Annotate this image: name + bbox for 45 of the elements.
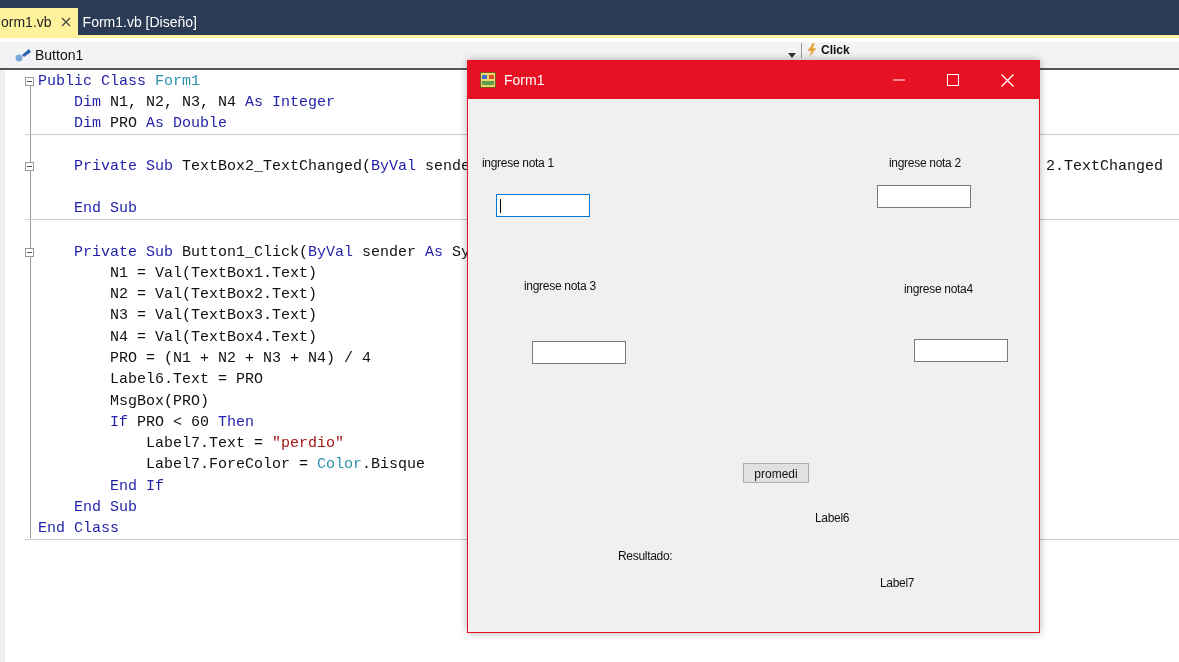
close-icon[interactable] <box>59 15 72 28</box>
code-line: Label7.Text = "perdio" <box>145 435 345 453</box>
member-dropdown[interactable]: Click <box>801 43 854 58</box>
collapse-icon[interactable] <box>25 247 34 257</box>
form-label: ingrese nota 3 <box>524 279 596 293</box>
form-label: Label6 <box>815 511 850 525</box>
text-field[interactable] <box>914 339 1008 362</box>
code-line: N3 = Val(TextBox3.Text) <box>109 307 318 325</box>
app-icon <box>480 72 496 88</box>
form-label: ingrese nota 1 <box>482 156 554 170</box>
component-icon <box>14 47 32 63</box>
code-line: End Class <box>38 519 119 537</box>
form-label: ingrese nota4 <box>904 282 973 296</box>
caret-icon[interactable] <box>788 52 796 58</box>
code-line: Dim N1, N2, N3, N4 As Integer <box>73 94 336 112</box>
collapse-icon[interactable] <box>25 77 34 87</box>
code-line: If PRO < 60 Then <box>109 413 255 431</box>
code-line: PRO = (N1 + N2 + N3 + N4) / 4 <box>109 350 372 367</box>
code-line: Label7.ForeColor = Color.Bisque <box>145 456 426 474</box>
code-line: Public Class Form1 <box>38 73 201 91</box>
code-line: End Sub <box>73 200 138 218</box>
text-field[interactable] <box>532 341 626 364</box>
average-button[interactable]: promedi <box>743 463 809 483</box>
code-line: End Sub <box>73 499 138 517</box>
document-tab[interactable]: orm1.vb <box>0 8 78 35</box>
code-line: N4 = Val(TextBox4.Text) <box>109 328 318 346</box>
code-line: Private Sub TextBox2_TextChanged(ByVal sende <box>73 158 471 176</box>
form-label: Label7 <box>880 576 915 590</box>
object-dropdown[interactable]: Button1 <box>10 47 788 63</box>
form-label: Resultado: <box>618 549 673 563</box>
code-line: N1 = Val(TextBox1.Text) <box>109 264 318 282</box>
window-title: Form1 <box>504 72 545 88</box>
code-line: 2.TextChanged <box>1045 158 1163 176</box>
code-line: Dim PRO As Double <box>73 115 228 133</box>
document-tab[interactable]: Form1.vb [Diseño] <box>82 8 203 35</box>
code-line: End If <box>109 477 165 495</box>
lightning-icon <box>806 43 818 57</box>
maximize-icon[interactable] <box>947 74 959 86</box>
text-field[interactable] <box>877 185 971 208</box>
collapse-icon[interactable] <box>25 162 34 172</box>
code-line: MsgBox(PRO) <box>109 392 210 410</box>
code-line: Label6.Text = PRO <box>109 371 264 389</box>
code-line: N2 = Val(TextBox2.Text) <box>109 286 318 304</box>
text-field[interactable] <box>496 194 590 217</box>
form-label: ingrese nota 2 <box>889 156 961 170</box>
